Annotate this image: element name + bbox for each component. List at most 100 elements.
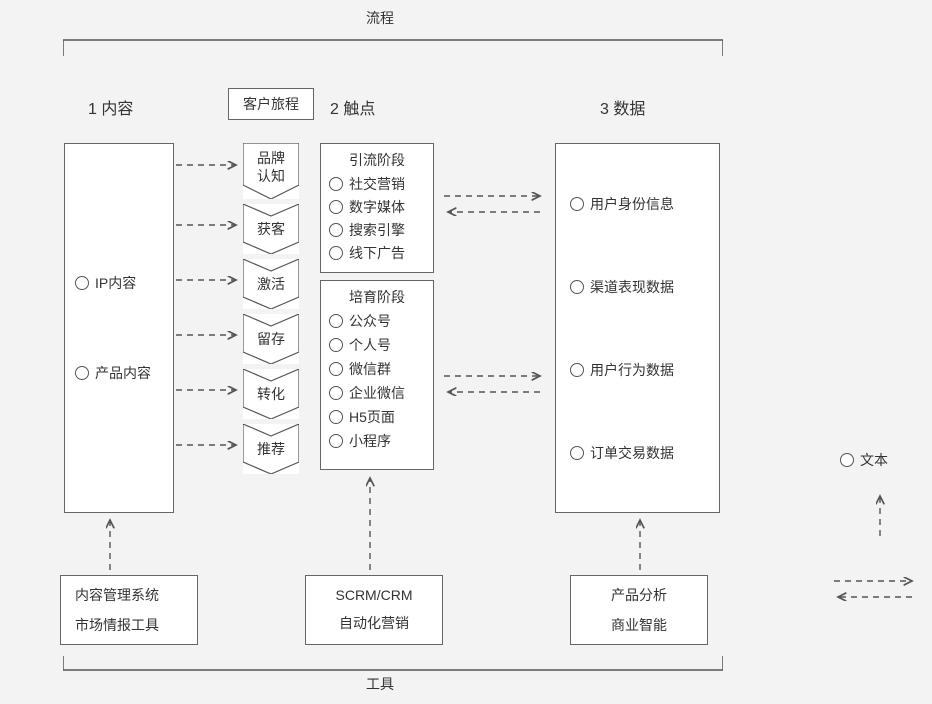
journey-step-label: 留存 [243, 330, 299, 348]
bullet-icon [329, 386, 343, 400]
legend-arrows-bidir [830, 575, 920, 605]
bullet-icon [570, 197, 584, 211]
touch-nurture-label: H5页面 [349, 407, 395, 427]
content-item: IP内容 [75, 273, 163, 293]
touch-lead-label: 数字媒体 [349, 197, 405, 217]
bullet-icon [329, 177, 343, 191]
bullet-icon [329, 314, 343, 328]
tool-data-line: 商业智能 [611, 615, 667, 635]
section-data-header: 3 数据 [600, 95, 645, 119]
data-item: 用户身份信息 [570, 195, 705, 213]
bullet-icon [75, 366, 89, 380]
bullet-icon [329, 434, 343, 448]
touch-nurture-item: 个人号 [329, 335, 425, 355]
section-content-num: 1 [88, 101, 97, 118]
touch-lead-item: 社交营销 [329, 174, 425, 194]
bullet-icon [570, 446, 584, 460]
journey-step-label: 转化 [243, 385, 299, 403]
tool-data-line: 产品分析 [611, 585, 667, 605]
tool-data-box: 产品分析 商业智能 [570, 575, 708, 645]
bullet-icon [840, 453, 854, 467]
legend-label: 文本 [860, 450, 888, 470]
touch-lead-label: 线下广告 [349, 243, 405, 263]
touch-nurture-item: 微信群 [329, 359, 425, 379]
touch-nurture-item: 公众号 [329, 311, 425, 331]
journey-step: 留存 [243, 314, 299, 364]
bullet-icon [329, 200, 343, 214]
touch-lead-item: 数字媒体 [329, 197, 425, 217]
journey-step-label: 品牌 认知 [243, 149, 299, 185]
section-content-header: 1 内容 [88, 95, 133, 119]
touch-lead-label: 社交营销 [349, 174, 405, 194]
arrow-tool-data-up [630, 514, 650, 574]
touch-nurture-label: 公众号 [349, 311, 391, 331]
data-item: 用户行为数据 [570, 361, 705, 379]
arrows-touch-data-nurture [440, 370, 548, 400]
legend-item: 文本 [840, 450, 888, 470]
touch-lead-box: 引流阶段 社交营销 数字媒体 搜索引擎 线下广告 [320, 143, 434, 273]
touch-nurture-box: 培育阶段 公众号 个人号 微信群 企业微信 H5页面 小程序 [320, 280, 434, 470]
bullet-icon [570, 280, 584, 294]
bullet-icon [329, 410, 343, 424]
content-item-label: IP内容 [95, 273, 136, 293]
journey-step-label: 获客 [243, 220, 299, 238]
section-touch-header: 2 触点 [330, 95, 375, 119]
touch-nurture-label: 企业微信 [349, 383, 405, 403]
tool-content-box: 内容管理系统 市场情报工具 [60, 575, 198, 645]
bottom-bracket-label: 工具 [340, 674, 420, 694]
data-item-label: 订单交易数据 [590, 444, 674, 462]
journey-step: 获客 [243, 204, 299, 254]
touch-nurture-label: 微信群 [349, 359, 391, 379]
bullet-icon [329, 338, 343, 352]
tool-content-line: 市场情报工具 [75, 615, 183, 635]
touch-nurture-item: H5页面 [329, 407, 425, 427]
content-item: 产品内容 [75, 363, 163, 383]
top-bracket [63, 28, 723, 58]
data-item-label: 用户行为数据 [590, 361, 674, 379]
arrows-touch-data-lead [440, 190, 548, 220]
journey-label-box: 客户旅程 [228, 88, 314, 120]
section-data-title: 数据 [613, 101, 645, 118]
tool-touch-line: 自动化营销 [339, 613, 409, 633]
arrow-tool-content-up [100, 514, 120, 574]
section-touch-title: 触点 [343, 101, 375, 118]
journey-step: 激活 [243, 259, 299, 309]
tool-touch-box: SCRM/CRM 自动化营销 [305, 575, 443, 645]
touch-lead-title: 引流阶段 [329, 150, 425, 170]
journey-step: 品牌 认知 [243, 143, 299, 199]
bullet-icon [329, 246, 343, 260]
data-item-label: 用户身份信息 [590, 195, 674, 213]
arrow-tool-touch-up [360, 472, 380, 574]
content-item-label: 产品内容 [95, 363, 151, 383]
data-item: 订单交易数据 [570, 444, 705, 462]
section-content-title: 内容 [101, 101, 133, 118]
bullet-icon [75, 276, 89, 290]
top-bracket-label: 流程 [340, 8, 420, 28]
touch-nurture-label: 小程序 [349, 431, 391, 451]
touch-nurture-item: 小程序 [329, 431, 425, 451]
touch-nurture-item: 企业微信 [329, 383, 425, 403]
touch-lead-label: 搜索引擎 [349, 220, 405, 240]
data-box: 用户身份信息 渠道表现数据 用户行为数据 订单交易数据 [555, 143, 720, 513]
section-touch-num: 2 [330, 101, 339, 118]
touch-lead-item: 线下广告 [329, 243, 425, 263]
bullet-icon [329, 223, 343, 237]
journey-step: 转化 [243, 369, 299, 419]
tool-touch-line: SCRM/CRM [336, 587, 413, 603]
bullet-icon [570, 363, 584, 377]
journey-step-label: 激活 [243, 275, 299, 293]
diagram-canvas: 流程 1 内容 客户旅程 2 触点 3 数据 IP内容 产品内容 品牌 认知 [0, 0, 932, 704]
content-box: IP内容 产品内容 [64, 143, 174, 513]
data-item: 渠道表现数据 [570, 278, 705, 296]
journey-label: 客户旅程 [243, 94, 299, 114]
touch-lead-item: 搜索引擎 [329, 220, 425, 240]
touch-nurture-title: 培育阶段 [329, 287, 425, 307]
journey-step-label: 推荐 [243, 440, 299, 458]
touch-nurture-label: 个人号 [349, 335, 391, 355]
section-data-num: 3 [600, 101, 609, 118]
data-item-label: 渠道表现数据 [590, 278, 674, 296]
legend-arrow-up [870, 490, 890, 540]
journey-step: 推荐 [243, 424, 299, 474]
arrows-content-to-journey [174, 143, 244, 493]
bullet-icon [329, 362, 343, 376]
